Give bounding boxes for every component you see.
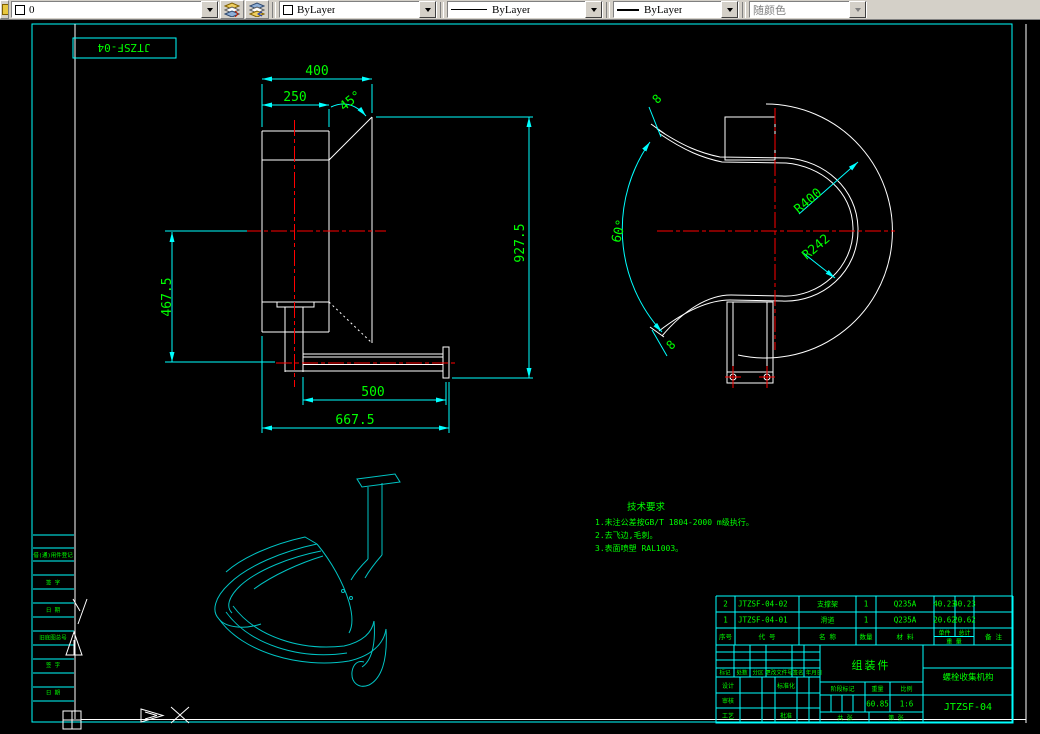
rev-label: 标记 xyxy=(719,669,731,677)
layer-combo[interactable]: 0 xyxy=(11,1,219,18)
process-label: 工艺 xyxy=(722,712,734,720)
rev-label: 分区 xyxy=(752,669,764,677)
dim-width-inner: 250 xyxy=(283,90,306,105)
dim-width-top: 400 xyxy=(305,64,328,79)
chevron-down-icon xyxy=(590,7,597,12)
rev-label: 更改文件号 xyxy=(765,669,793,677)
chevron-down-icon xyxy=(206,7,213,12)
bom-code: JTZSF-04-02 xyxy=(738,600,788,609)
weight-label: 重量 xyxy=(871,685,883,693)
bom-header-remark: 备 注 xyxy=(985,632,1002,641)
dim-height-total: 927.5 xyxy=(513,223,528,262)
toolbar-separator xyxy=(742,1,746,18)
drawing-canvas[interactable]: JTZSF-04 借(通)用件登记 签 字 日 期 旧底图总号 签 字 日 期 xyxy=(0,0,1040,734)
bom-seq: 2 xyxy=(723,600,728,609)
dim-base-total: 667.5 xyxy=(335,413,374,428)
color-swatch-icon xyxy=(283,4,293,15)
rev-label: 年月日 xyxy=(806,669,823,677)
layer-color-swatch-icon xyxy=(15,4,25,15)
lineweight-combo[interactable]: ByLayer xyxy=(613,1,739,18)
sheet-page: 第 张 xyxy=(888,714,904,722)
bom-header-material: 材 料 xyxy=(897,632,914,641)
layers-dialog-button[interactable] xyxy=(0,0,9,19)
chevron-down-icon xyxy=(726,7,733,12)
linetype-combo[interactable]: ByLayer xyxy=(447,1,603,18)
bom-total-weight: 40.23 xyxy=(953,600,976,609)
linetype-combo-dropdown-button[interactable] xyxy=(585,1,602,18)
project-name: 螺栓收集机构 xyxy=(942,672,993,683)
standard-label: 标准化 xyxy=(777,682,795,690)
toolbar-separator xyxy=(440,1,444,18)
lineweight-combo-dropdown-button[interactable] xyxy=(721,1,738,18)
bom-header-name: 名 称 xyxy=(819,632,836,641)
layer-previous-button[interactable] xyxy=(245,0,269,19)
rev-label: 处数 xyxy=(736,669,748,677)
margin-label: 签 字 xyxy=(46,661,61,669)
layers-icon xyxy=(2,4,8,15)
dim-base-inner: 500 xyxy=(361,385,384,400)
note-line: 3.表面喷塑 RAL1003。 xyxy=(595,543,683,553)
design-label: 设计 xyxy=(722,682,734,690)
lineweight-sample-icon xyxy=(617,8,639,11)
linetype-sample-icon xyxy=(451,9,487,10)
bom-name: 滑道 xyxy=(821,616,835,625)
model-space-background xyxy=(0,19,1040,734)
margin-label: 签 字 xyxy=(46,579,61,587)
plot-style-combo-value: 随颜色 xyxy=(753,4,786,17)
weight-value: 60.85 xyxy=(866,700,889,709)
bom-material: Q235A xyxy=(894,600,917,609)
note-line: 1.未注公差按GB/T 1804-2000 m级执行。 xyxy=(595,517,754,527)
bom-qty: 1 xyxy=(864,616,869,625)
sheet-total: 共 张 xyxy=(837,714,853,722)
notes-title: 技术要求 xyxy=(627,501,666,513)
bom-qty: 1 xyxy=(864,600,869,609)
part-name: 组装件 xyxy=(852,658,891,672)
toolbar-separator xyxy=(606,1,610,18)
layer-stack-icon xyxy=(224,2,240,17)
scale-label: 比例 xyxy=(900,685,912,693)
layer-combo-value: 0 xyxy=(29,3,35,16)
bom-header-unit: 单件 xyxy=(938,629,950,637)
bom-header-qty: 数量 xyxy=(860,632,874,641)
scale-value: 1:6 xyxy=(900,700,914,709)
margin-label: 日 期 xyxy=(46,690,61,697)
bom-material: Q235A xyxy=(894,616,917,625)
rev-label: 签名 xyxy=(792,669,803,677)
drawing-number: JTZSF-04 xyxy=(944,702,992,713)
bom-total-weight: 20.62 xyxy=(953,616,976,625)
bom-name: 支撑架 xyxy=(817,600,838,609)
color-combo[interactable]: ByLayer xyxy=(279,1,437,18)
bom-header-seq: 序号 xyxy=(719,632,733,641)
plot-style-dropdown-button xyxy=(849,1,866,18)
approve-label: 批准 xyxy=(780,712,792,720)
layer-combo-dropdown-button[interactable] xyxy=(201,1,218,18)
margin-label: 借(通)用件登记 xyxy=(33,551,73,559)
toolbar-separator xyxy=(272,1,276,18)
dim-height-left: 467.5 xyxy=(160,277,175,316)
chevron-down-icon xyxy=(854,7,861,12)
color-combo-value: ByLayer xyxy=(297,3,336,16)
margin-label: 日 期 xyxy=(46,607,61,614)
stage-label: 阶段标记 xyxy=(830,685,854,693)
check-label: 审核 xyxy=(722,697,734,705)
bom-header-weight: 重 量 xyxy=(946,638,962,646)
layer-stack-back-icon xyxy=(249,2,265,17)
linetype-combo-value: ByLayer xyxy=(492,3,531,16)
bom-header-total: 总计 xyxy=(958,629,970,637)
chevron-down-icon xyxy=(424,7,431,12)
bom-code: JTZSF-04-01 xyxy=(738,616,788,625)
make-object-layer-current-button[interactable] xyxy=(220,0,244,19)
bom-header-code: 代 号 xyxy=(759,632,776,641)
bom-seq: 1 xyxy=(723,616,728,625)
plot-style-combo: 随颜色 xyxy=(749,1,867,18)
sheet-header-label: JTZSF-04 xyxy=(97,41,150,54)
color-combo-dropdown-button[interactable] xyxy=(419,1,436,18)
note-line: 2.去飞边,毛刺。 xyxy=(595,530,657,540)
object-properties-toolbar: 0 ByLayer ByLayer ByLayer 随颜色 xyxy=(0,0,1040,20)
lineweight-combo-value: ByLayer xyxy=(644,3,683,16)
margin-label: 旧底图总号 xyxy=(39,634,67,642)
